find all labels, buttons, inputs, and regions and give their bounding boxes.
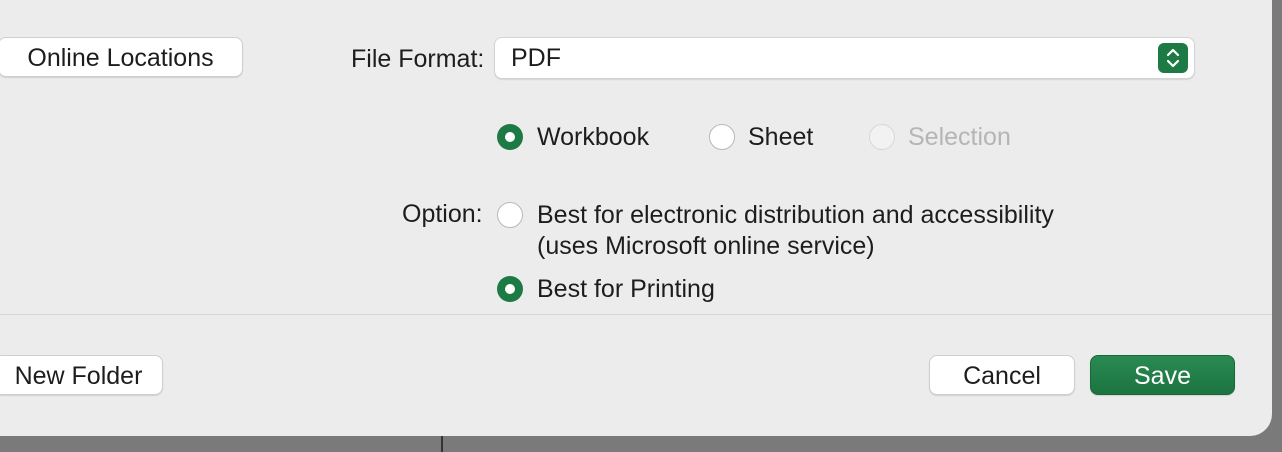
save-button[interactable]: Save: [1090, 355, 1235, 395]
electronic-distribution-label: Best for electronic distribution and acc…: [537, 201, 1054, 229]
electronic-distribution-sublabel: (uses Microsoft online service): [537, 232, 875, 260]
electronic-distribution-radio[interactable]: [497, 202, 523, 228]
footer-divider: [0, 314, 1272, 315]
selection-label: Selection: [908, 123, 1011, 151]
option-label: Option:: [402, 200, 483, 228]
sheet-radio[interactable]: [709, 124, 735, 150]
selection-radio: [869, 124, 895, 150]
sheet-label: Sheet: [748, 123, 814, 151]
workbook-radio[interactable]: [497, 124, 523, 150]
file-format-label: File Format:: [351, 45, 485, 73]
save-dialog: Online Locations File Format: PDF Workbo…: [0, 0, 1272, 436]
best-for-printing-radio[interactable]: [497, 276, 523, 302]
online-locations-button[interactable]: Online Locations: [0, 37, 243, 77]
background-window-edge: [441, 436, 443, 452]
file-format-value: PDF: [511, 44, 561, 72]
workbook-label: Workbook: [537, 123, 650, 151]
cancel-button[interactable]: Cancel: [929, 355, 1075, 395]
best-for-printing-label: Best for Printing: [537, 275, 715, 303]
up-down-chevron-icon: [1158, 43, 1188, 73]
new-folder-button[interactable]: New Folder: [0, 355, 163, 395]
file-format-select[interactable]: PDF: [494, 37, 1195, 79]
